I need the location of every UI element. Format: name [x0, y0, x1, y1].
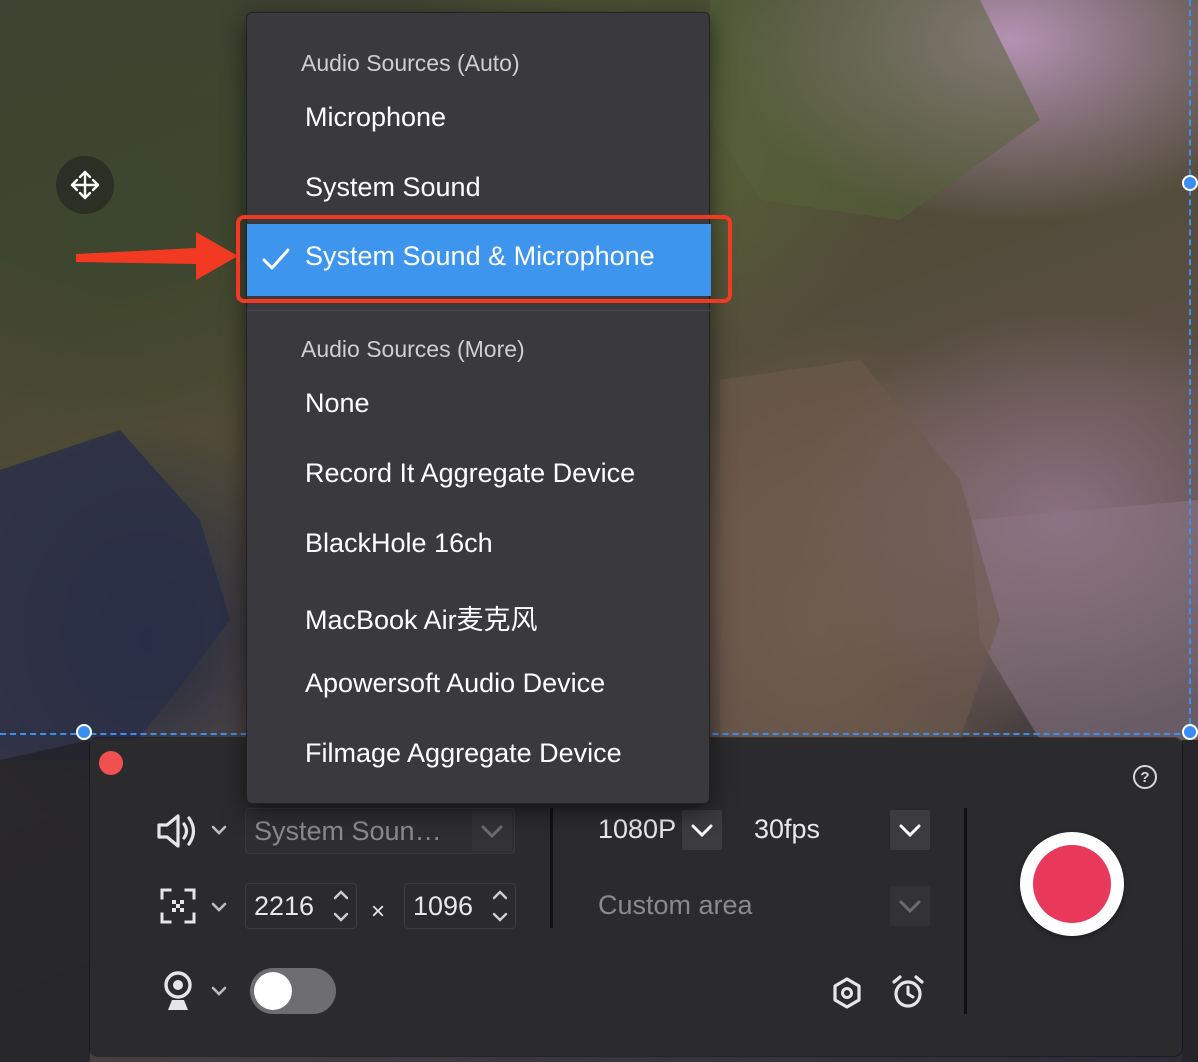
- record-button[interactable]: [1020, 832, 1124, 936]
- alarm-clock-icon[interactable]: [890, 974, 926, 1010]
- audio-source-menu: Audio Sources (Auto) Microphone System S…: [246, 12, 711, 804]
- menu-item-record-it-aggregate-device[interactable]: Record It Aggregate Device: [305, 458, 635, 489]
- height-value: 1096: [413, 891, 474, 921]
- fps-value: 30fps: [754, 814, 821, 844]
- menu-item-system-sound[interactable]: System Sound: [305, 172, 481, 203]
- fps-dropdown-button[interactable]: [890, 810, 930, 850]
- menu-item-filmage-aggregate-device[interactable]: Filmage Aggregate Device: [305, 738, 622, 769]
- resolution-dropdown-button[interactable]: [682, 810, 722, 850]
- webcam-chevron-down-icon[interactable]: [211, 985, 227, 997]
- audio-source-value: System Soun…: [254, 816, 442, 846]
- area-mode-value: Custom area: [598, 890, 753, 920]
- move-arrows-icon: [70, 170, 100, 200]
- audio-source-dropdown-button[interactable]: [472, 811, 512, 851]
- audio-chevron-down-icon[interactable]: [211, 824, 227, 836]
- toolbar-divider-right: [964, 808, 967, 1014]
- menu-item-apowersoft-audio-device[interactable]: Apowersoft Audio Device: [305, 668, 605, 699]
- record-button-dot: [1033, 845, 1111, 923]
- chevron-down-icon: [691, 824, 713, 838]
- resize-handle-bottom-left[interactable]: [76, 724, 92, 740]
- toolbar-divider: [550, 808, 553, 928]
- menu-header-auto: Audio Sources (Auto): [301, 50, 520, 76]
- area-chevron-down-icon[interactable]: [211, 901, 227, 913]
- width-value: 2216: [254, 891, 315, 921]
- height-stepper-icon[interactable]: [492, 888, 508, 924]
- region-select-icon[interactable]: [160, 888, 196, 924]
- menu-item-microphone[interactable]: Microphone: [305, 102, 446, 133]
- annotation-highlight-box: [236, 215, 732, 303]
- help-symbol: ?: [1140, 768, 1150, 786]
- menu-item-blackhole-16ch[interactable]: BlackHole 16ch: [305, 528, 493, 559]
- menu-separator: [247, 310, 711, 311]
- move-handle[interactable]: [56, 156, 114, 214]
- chevron-down-icon: [481, 825, 503, 839]
- help-icon[interactable]: ?: [1133, 765, 1157, 789]
- width-stepper-icon[interactable]: [333, 888, 349, 924]
- webcam-icon[interactable]: [162, 970, 194, 1012]
- resize-handle-right[interactable]: [1182, 175, 1198, 191]
- close-button[interactable]: [99, 751, 123, 775]
- hexagon-settings-icon[interactable]: [830, 976, 864, 1010]
- area-mode-dropdown-button[interactable]: [890, 886, 930, 926]
- menu-header-more: Audio Sources (More): [301, 336, 525, 362]
- chevron-down-icon: [899, 824, 921, 838]
- resize-handle-bottom-right[interactable]: [1182, 724, 1198, 740]
- menu-item-macbook-air-microphone[interactable]: MacBook Air麦克风: [305, 598, 538, 637]
- times-symbol: ×: [371, 898, 386, 925]
- webcam-toggle[interactable]: [250, 968, 336, 1014]
- annotation-arrow-icon: [76, 232, 238, 280]
- menu-item-none[interactable]: None: [305, 388, 370, 419]
- chevron-down-icon: [899, 900, 921, 914]
- resolution-value: 1080P: [598, 814, 677, 844]
- speaker-icon[interactable]: [156, 812, 198, 850]
- selection-border-right[interactable]: [1189, 0, 1191, 734]
- toggle-knob: [254, 972, 292, 1010]
